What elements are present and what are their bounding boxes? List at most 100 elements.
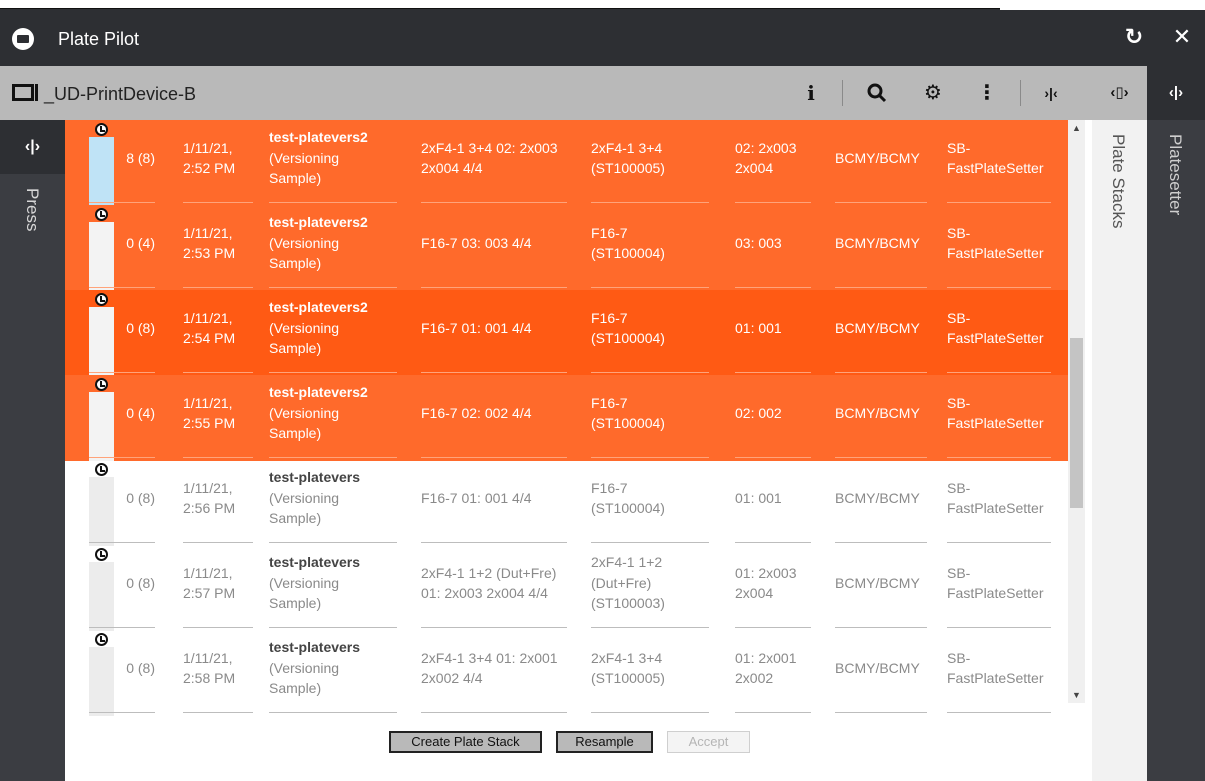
plate-stacks-tab-label[interactable]: Plate Stacks bbox=[1108, 134, 1128, 229]
info-icon[interactable]: i bbox=[796, 78, 826, 108]
cell-underline bbox=[421, 542, 567, 543]
cell-underline bbox=[735, 202, 811, 203]
cell-underline bbox=[183, 287, 253, 288]
clock-icon bbox=[95, 208, 108, 221]
cell-underline bbox=[183, 202, 253, 203]
cell-underline bbox=[269, 372, 397, 373]
plate-stack-indicator bbox=[89, 647, 114, 716]
table-row[interactable]: 0 (4) 1/11/21, 2:55 PM test-platevers2 (Vers… bbox=[65, 375, 1068, 461]
job-version-line2: Sample) bbox=[269, 595, 322, 611]
more-menu-icon[interactable]: ⋮ bbox=[972, 78, 1002, 108]
search-icon[interactable] bbox=[862, 78, 892, 108]
row-time: 2:53 PM bbox=[183, 245, 236, 261]
plate-stack-indicator bbox=[89, 222, 114, 291]
row-date: 1/11/21, bbox=[183, 650, 233, 666]
cell-underline bbox=[183, 457, 253, 458]
cell-underline bbox=[89, 627, 155, 628]
clock-icon bbox=[95, 633, 108, 646]
row-time: 2:52 PM bbox=[183, 160, 236, 176]
clock-icon bbox=[95, 463, 108, 476]
plate-stacks-tab-handle-icon[interactable]: ‹▯› bbox=[1092, 66, 1147, 120]
cell-underline bbox=[947, 287, 1051, 288]
cell-underline bbox=[947, 202, 1051, 203]
title-bar: Plate Pilot ↻ ✕ bbox=[0, 8, 1205, 66]
cell-underline bbox=[735, 712, 811, 713]
cell-underline bbox=[269, 627, 397, 628]
scroll-down-arrow-icon[interactable]: ▼ bbox=[1068, 687, 1085, 703]
cell-underline bbox=[183, 542, 253, 543]
signature-line2: 2x002 bbox=[735, 670, 774, 686]
layout-line2: (ST100005) bbox=[591, 670, 665, 686]
layout-line1: F16-7 bbox=[591, 395, 628, 411]
platesetter-side-tab[interactable]: ‹|› Platesetter bbox=[1147, 66, 1205, 781]
table-row[interactable]: 0 (8) 1/11/21, 2:56 PM test-platevers (Versi… bbox=[65, 460, 1068, 546]
cell-underline bbox=[421, 712, 567, 713]
cell-underline bbox=[591, 202, 709, 203]
cell-underline bbox=[835, 202, 927, 203]
plate-stacks-side-tab[interactable]: ‹▯› Plate Stacks bbox=[1092, 66, 1147, 781]
output-device-line2: FastPlateSetter bbox=[947, 500, 1044, 516]
row-time: 2:54 PM bbox=[183, 330, 236, 346]
cell-underline bbox=[269, 712, 397, 713]
device-header: _UD-PrintDevice-B i ⚙ ⋮ ›|‹ bbox=[0, 66, 1092, 120]
cell-underline bbox=[269, 542, 397, 543]
refresh-icon[interactable]: ↻ bbox=[1120, 23, 1148, 51]
cell-underline bbox=[89, 712, 155, 713]
cell-underline bbox=[591, 712, 709, 713]
plate-description-line1: 2xF4-1 3+4 02: 2x003 bbox=[421, 140, 558, 156]
cell-underline bbox=[269, 202, 397, 203]
vertical-scrollbar[interactable]: ▲ ▼ bbox=[1068, 120, 1085, 703]
press-tab-handle-icon[interactable]: ‹|› bbox=[0, 120, 65, 174]
platesetter-tab-label[interactable]: Platesetter bbox=[1165, 134, 1185, 215]
create-plate-stack-button[interactable]: Create Plate Stack bbox=[389, 731, 542, 753]
job-version-line1: (Versioning bbox=[269, 575, 340, 591]
plate-description: F16-7 03: 003 4/4 bbox=[421, 235, 532, 251]
cell-underline bbox=[947, 542, 1051, 543]
cell-underline bbox=[947, 627, 1051, 628]
cell-underline bbox=[421, 202, 567, 203]
layout-line1: 2xF4-1 3+4 bbox=[591, 650, 663, 666]
plate-stack-indicator bbox=[89, 307, 114, 376]
cell-underline bbox=[835, 712, 927, 713]
output-device-line1: SB- bbox=[947, 225, 971, 241]
cell-underline bbox=[183, 712, 253, 713]
settings-gear-icon[interactable]: ⚙ bbox=[918, 78, 948, 108]
cell-underline bbox=[183, 627, 253, 628]
output-device-line1: SB- bbox=[947, 650, 971, 666]
cell-underline bbox=[591, 542, 709, 543]
accept-button[interactable]: Accept bbox=[667, 731, 750, 753]
cell-underline bbox=[269, 457, 397, 458]
color-separations: BCMY/BCMY bbox=[835, 490, 920, 506]
table-row[interactable]: 0 (8) 1/11/21, 2:58 PM test-platevers (Versi… bbox=[65, 630, 1068, 716]
platesetter-tab-handle-icon[interactable]: ‹|› bbox=[1147, 66, 1205, 120]
row-date: 1/11/21, bbox=[183, 225, 233, 241]
color-separations: BCMY/BCMY bbox=[835, 150, 920, 166]
toolbar-separator bbox=[842, 80, 843, 106]
clock-icon bbox=[95, 123, 108, 136]
color-separations: BCMY/BCMY bbox=[835, 235, 920, 251]
job-name: test-platevers bbox=[269, 469, 361, 485]
cell-underline bbox=[421, 287, 567, 288]
row-time: 2:57 PM bbox=[183, 585, 236, 601]
press-side-tab[interactable]: ‹|› Press bbox=[0, 120, 65, 781]
cell-underline bbox=[89, 542, 155, 543]
job-version-line1: (Versioning bbox=[269, 660, 340, 676]
cell-underline bbox=[947, 457, 1051, 458]
close-icon[interactable]: ✕ bbox=[1168, 23, 1196, 51]
press-tab-label[interactable]: Press bbox=[22, 188, 42, 231]
table-row[interactable]: 0 (8) 1/11/21, 2:57 PM test-platevers (Versi… bbox=[65, 545, 1068, 631]
table-row[interactable]: 8 (8) 1/11/21, 2:52 PM test-platevers2 (Vers… bbox=[65, 120, 1068, 206]
cell-underline bbox=[735, 372, 811, 373]
job-version-line1: (Versioning bbox=[269, 235, 340, 251]
collapse-panel-icon[interactable]: ›|‹ bbox=[1036, 78, 1066, 108]
clock-icon bbox=[95, 293, 108, 306]
cell-underline bbox=[835, 542, 927, 543]
scroll-up-arrow-icon[interactable]: ▲ bbox=[1068, 120, 1085, 136]
scrollbar-thumb[interactable] bbox=[1070, 338, 1083, 508]
table-row[interactable]: 0 (8) 1/11/21, 2:54 PM test-platevers2 (Vers… bbox=[65, 290, 1068, 376]
job-name: test-platevers2 bbox=[269, 384, 368, 400]
cell-underline bbox=[735, 287, 811, 288]
row-time: 2:56 PM bbox=[183, 500, 236, 516]
resample-button[interactable]: Resample bbox=[556, 731, 653, 753]
table-row[interactable]: 0 (4) 1/11/21, 2:53 PM test-platevers2 (Vers… bbox=[65, 205, 1068, 291]
